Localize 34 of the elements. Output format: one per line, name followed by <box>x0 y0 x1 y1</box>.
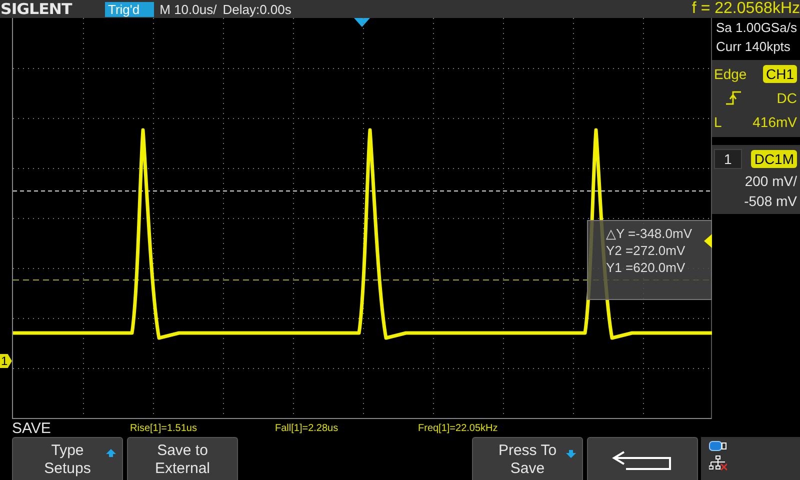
usb-icon <box>709 441 727 451</box>
channel-coupling: DC1M <box>751 150 797 168</box>
measurement-value: Fall[1]=2.28us <box>275 423 340 434</box>
up-arrow-icon <box>106 448 116 458</box>
cursor-value: Y2 =272.0mV <box>606 242 686 259</box>
softkey-button[interactable]: Press To Save <box>472 437 583 480</box>
trigger-status: Trig'd <box>105 2 154 16</box>
softkey-button[interactable]: Type Setups <box>12 437 123 480</box>
delay-text: Delay:0.00s <box>222 2 292 16</box>
channel-scale: 200 mV/ <box>744 173 797 189</box>
down-arrow-icon <box>566 449 576 459</box>
measurement-value: Freq[1]=22.05kHz <box>418 423 499 434</box>
brand-logo: SIGLENT <box>0 0 74 18</box>
frequency-readout: f = 22.0568kHz <box>692 0 800 18</box>
return-arrow-icon <box>612 449 674 471</box>
trigger-level-label: L <box>714 114 722 130</box>
network-icon <box>709 455 727 471</box>
softkey-button[interactable]: Save to External <box>127 437 238 480</box>
measurement-value: Rise[1]=1.51us <box>130 423 198 434</box>
back-button[interactable] <box>587 437 698 480</box>
cursor-value: △Y =-348.0mV <box>606 225 694 242</box>
menu-title: SAVE <box>11 420 52 437</box>
channel-marker: 1 <box>0 354 12 368</box>
memory-depth-text: Curr 140kpts <box>715 38 792 56</box>
cursor-value: Y1 =620.0mV <box>606 259 686 276</box>
trigger-type: Edge <box>714 66 747 82</box>
rising-edge-icon <box>726 91 742 105</box>
trigger-level: 416mV <box>752 114 797 130</box>
channel-offset: -508 mV <box>744 193 797 209</box>
channel-number: 1 <box>714 149 742 169</box>
trigger-source: CH1 <box>762 65 797 83</box>
sample-rate-text: Sa 1.00GSa/s <box>715 19 798 37</box>
timebase-text: M 10.0us/ <box>160 2 217 16</box>
trigger-coupling: DC <box>776 90 797 106</box>
